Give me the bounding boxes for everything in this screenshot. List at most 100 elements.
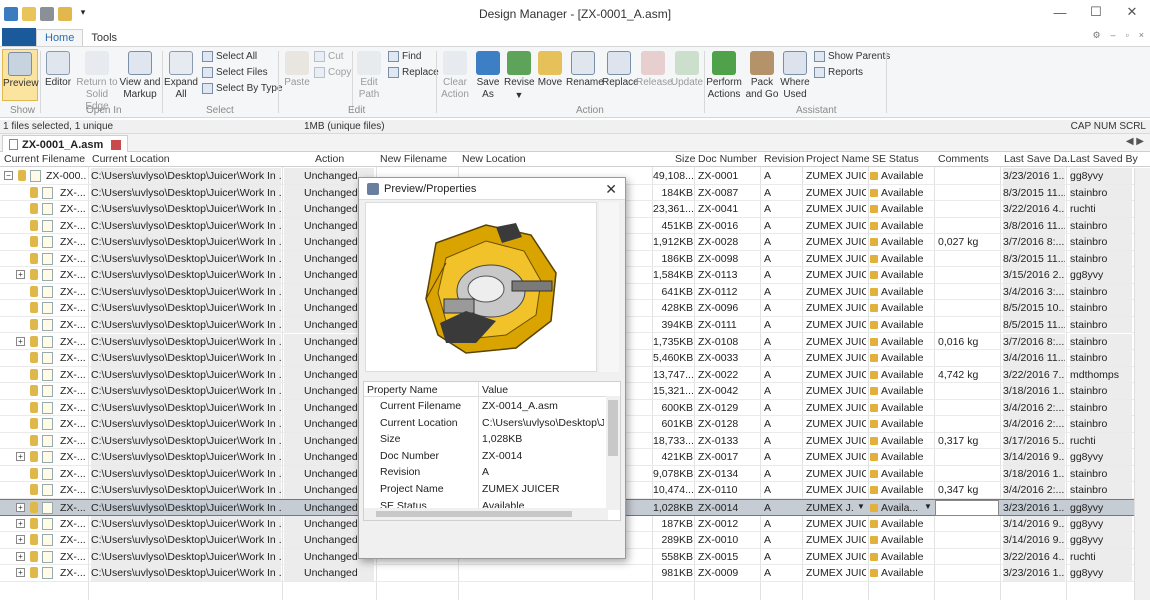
se-status-text: Available	[881, 385, 924, 398]
paste-button[interactable]: Paste	[282, 51, 312, 89]
replace-small-button[interactable]: Replace	[388, 67, 439, 78]
customize-toolbar-icon[interactable]: ▾	[76, 7, 90, 21]
print-icon[interactable]	[40, 7, 54, 21]
se-status-dropdown-icon[interactable]: ▼	[924, 502, 932, 511]
help-icon[interactable]: ⚙	[1092, 30, 1100, 41]
column-header[interactable]: Revision	[764, 153, 804, 165]
column-header[interactable]: Last Saved By	[1070, 153, 1138, 165]
expand-toggle-icon[interactable]: −	[4, 171, 13, 180]
where-used-button[interactable]: Where Used	[778, 51, 812, 101]
properties-horizontal-scrollbar[interactable]	[364, 508, 608, 520]
edit-path-button[interactable]: Edit Path	[354, 51, 384, 101]
preview-scrollbar[interactable]	[599, 202, 619, 372]
expand-all-button[interactable]: Expand All	[164, 51, 198, 101]
available-status-icon	[870, 504, 878, 512]
update-button[interactable]: Update	[670, 51, 704, 89]
ribbon-close-icon[interactable]: ×	[1139, 30, 1144, 41]
doc-number-cell: ZX-0041	[698, 203, 739, 216]
column-header[interactable]: Last Save Da...	[1004, 153, 1076, 165]
expand-toggle-icon[interactable]: +	[16, 518, 25, 528]
property-row[interactable]: Current Filename ZX-0014_A.asm	[364, 398, 608, 415]
select-all-button[interactable]: Select All	[202, 51, 257, 62]
project-name-cell: ZUMEX JUIC...	[806, 219, 866, 232]
minimize-button[interactable]: —	[1042, 0, 1078, 24]
open-icon[interactable]	[58, 7, 72, 21]
pack-and-go-button[interactable]: Pack and Go	[744, 51, 780, 101]
column-header[interactable]: Current Filename	[4, 153, 85, 165]
expand-toggle-icon[interactable]: +	[16, 551, 25, 561]
preview-button[interactable]: Preview	[2, 49, 39, 101]
rename-button[interactable]: Rename	[566, 51, 604, 89]
release-button[interactable]: Release	[636, 51, 673, 89]
column-header[interactable]: Action	[315, 153, 344, 165]
column-header[interactable]: Project Name	[806, 153, 870, 165]
scrollbar-thumb[interactable]	[608, 400, 618, 456]
available-status-icon	[870, 172, 878, 180]
find-button[interactable]: Find	[388, 51, 421, 62]
application-button[interactable]	[2, 28, 36, 46]
current-filename-cell: ZX-...	[60, 203, 86, 216]
available-status-icon	[870, 552, 878, 561]
expand-toggle-icon[interactable]: +	[16, 452, 25, 462]
property-row[interactable]: Current Location C:\Users\uvlyso\Desktop\…	[364, 415, 608, 432]
select-by-type-button[interactable]: Select By Type	[202, 83, 283, 94]
close-button[interactable]: ✕	[1114, 0, 1150, 24]
column-header[interactable]: New Filename	[380, 153, 447, 165]
se-status-text: Available	[881, 219, 924, 232]
ribbon-minimize-icon[interactable]: –	[1111, 30, 1116, 41]
column-header[interactable]: Doc Number	[698, 153, 757, 165]
column-header[interactable]: Size	[675, 153, 695, 165]
expand-toggle-icon[interactable]: +	[16, 336, 25, 346]
save-as-button[interactable]: Save As	[474, 51, 502, 101]
group-separator	[436, 51, 437, 113]
document-tab[interactable]: ZX-0001_A.asm	[2, 135, 129, 152]
se-status-text: Available	[881, 517, 924, 530]
replace-button[interactable]: Replace	[602, 51, 639, 89]
move-button[interactable]: Move	[536, 51, 564, 89]
expand-toggle-icon[interactable]: +	[16, 568, 25, 578]
column-header[interactable]: Comments	[938, 153, 989, 165]
column-header[interactable]: Current Location	[92, 153, 170, 165]
property-value-header[interactable]: Value	[482, 384, 508, 396]
dialog-close-button[interactable]: ✕	[605, 181, 617, 198]
last-save-date-cell: 8/5/2015 11...	[1003, 316, 1065, 333]
property-row[interactable]: Project Name ZUMEX JUICER	[364, 481, 608, 498]
return-to-solid-edge-button[interactable]: Return to Solid Edge	[74, 51, 120, 113]
grid-vertical-scrollbar[interactable]	[1134, 168, 1150, 600]
editor-button[interactable]: Editor	[42, 51, 74, 89]
close-tab-icon[interactable]	[111, 139, 122, 150]
file-icon	[42, 550, 53, 563]
select-files-button[interactable]: Select Files	[202, 67, 268, 78]
app-icon[interactable]	[4, 7, 18, 21]
dialog-title-bar[interactable]: Preview/Properties	[359, 178, 625, 200]
perform-actions-button[interactable]: Perform Actions	[706, 51, 742, 101]
cut-button[interactable]: Cut	[314, 51, 344, 62]
view-and-markup-button[interactable]: View and Markup	[118, 51, 162, 101]
copy-button[interactable]: Copy	[314, 67, 351, 78]
property-row[interactable]: Size 1,028KB	[364, 431, 608, 448]
expand-toggle-icon[interactable]: +	[16, 270, 25, 280]
reports-button[interactable]: Reports	[814, 67, 863, 78]
ribbon-restore-icon[interactable]: ▫	[1126, 30, 1129, 41]
tab-home[interactable]: Home	[36, 29, 84, 46]
expand-toggle-icon[interactable]: +	[16, 503, 25, 512]
expand-toggle-icon[interactable]: +	[16, 535, 25, 545]
comments-edit-field[interactable]	[935, 500, 999, 516]
tab-tools[interactable]: Tools	[83, 30, 125, 46]
property-row[interactable]: Doc Number ZX-0014	[364, 448, 608, 465]
open-folder-icon[interactable]	[22, 7, 36, 21]
properties-vertical-scrollbar[interactable]	[606, 396, 620, 510]
maximize-button[interactable]: ☐	[1078, 0, 1114, 24]
property-row[interactable]: Revision A	[364, 464, 608, 481]
table-row[interactable]: + ZX-... C:\Users\uvlyso\Desktop\Juicer\Wo…	[0, 565, 1134, 582]
tab-nav-arrows[interactable]: ◀ ▶	[1126, 136, 1144, 147]
scrollbar-thumb[interactable]	[376, 511, 572, 517]
show-parents-button[interactable]: Show Parents	[814, 51, 890, 62]
revise-button[interactable]: Revise ▼	[504, 51, 535, 101]
project-name-dropdown-icon[interactable]: ▼	[857, 502, 865, 511]
clear-action-button[interactable]: Clear Action	[438, 51, 472, 101]
column-header[interactable]: SE Status	[872, 153, 919, 165]
column-header[interactable]: New Location	[462, 153, 526, 165]
property-name-header[interactable]: Property Name	[367, 384, 438, 396]
last-saved-by-cell: gg8yvy	[1070, 565, 1132, 582]
